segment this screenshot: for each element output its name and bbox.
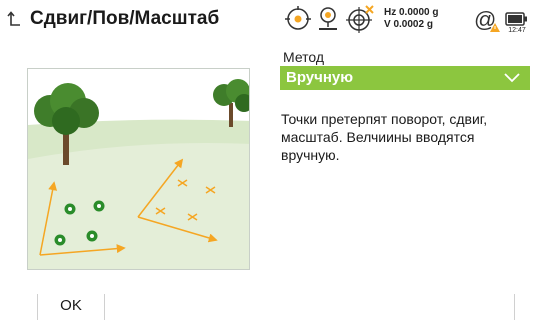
battery-time: 12:47 — [508, 27, 526, 34]
method-description: Точки претерпят поворот, сдвиг, масштаб.… — [281, 111, 488, 163]
level-bubble-icon[interactable] — [283, 4, 313, 34]
status-icons: Hz 0.0000 g V 0.0002 g @ 12:47 — [0, 4, 534, 34]
illustration-image — [28, 69, 249, 269]
target-lock-icon[interactable] — [345, 4, 375, 34]
method-label: Метод — [283, 49, 325, 65]
method-illustration — [27, 68, 250, 270]
method-dropdown[interactable]: Вручную — [280, 66, 530, 90]
v-readout: V 0.0002 g — [384, 19, 433, 30]
softkey-divider — [514, 294, 515, 320]
ok-button[interactable]: OK — [37, 294, 105, 320]
reflector-icon[interactable] — [313, 4, 343, 34]
angle-readout: Hz 0.0000 g V 0.0002 g — [384, 7, 438, 31]
method-value: Вручную — [286, 69, 354, 86]
header-bar: Сдвиг/Пов/Масштаб Hz 0.0000 g V 0.0002 g… — [0, 0, 534, 38]
at-signal-icon[interactable]: @ — [471, 4, 501, 34]
hz-readout: Hz 0.0000 g — [384, 7, 439, 18]
softkey-bar: OK — [0, 294, 534, 320]
chevron-down-icon — [504, 73, 520, 83]
